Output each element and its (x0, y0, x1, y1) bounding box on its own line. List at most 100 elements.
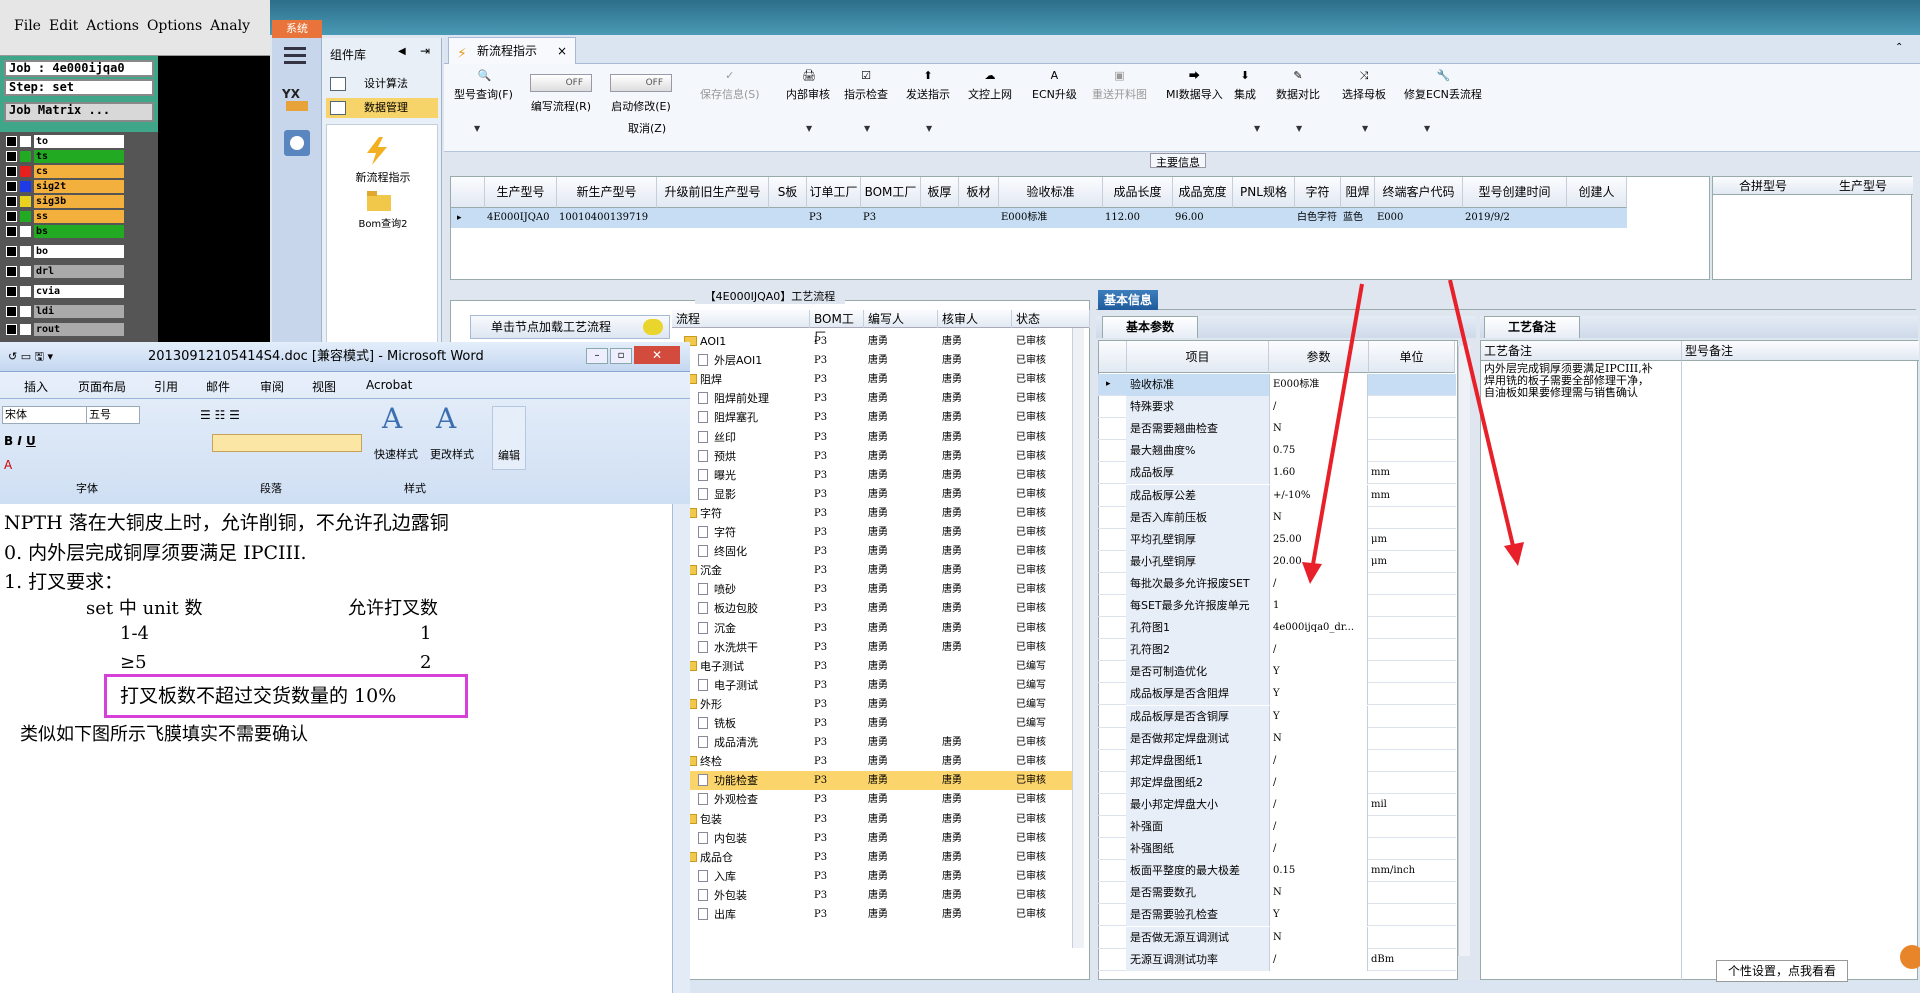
job-matrix-button[interactable]: Job Matrix ... (4, 102, 154, 122)
toolbar-button-6[interactable]: ⬆ 发送指示 (906, 70, 950, 102)
tree-row[interactable]: 阻焊 P3 唐勇 唐勇 已审核 (672, 370, 1080, 389)
word-tab[interactable]: 页面布局 (78, 378, 126, 395)
layer-row[interactable]: cs (6, 165, 124, 178)
param-row[interactable]: 成品板厚是否含阻焊 Y (1098, 683, 1456, 706)
param-row[interactable]: 板面平整度的最大极差 0.15 mm/inch (1098, 860, 1456, 883)
toolbar-button-8[interactable]: A ECN升级 (1032, 70, 1077, 102)
tree-row[interactable]: 字符 P3 唐勇 唐勇 已审核 (672, 523, 1080, 542)
toolbar-button-14[interactable]: 🔧 修复ECN丢流程 (1404, 70, 1482, 102)
dropdown-arrow-icon[interactable]: ▼ (806, 124, 812, 133)
grid-col-header[interactable]: PNL规格 (1233, 177, 1295, 208)
param-row[interactable]: 是否做邦定焊盘测试 N (1098, 727, 1456, 750)
layer-row[interactable]: drl (6, 265, 124, 278)
table-cell[interactable] (921, 208, 959, 228)
layer-row[interactable]: ldi (6, 305, 124, 318)
tree-row[interactable]: 外观检查 P3 唐勇 唐勇 已审核 (672, 790, 1080, 809)
list-buttons[interactable]: ☰ ☷ ☰ (200, 408, 240, 422)
param-row[interactable]: 是否可制造优化 Y (1098, 661, 1456, 684)
tree-row[interactable]: 沉金 P3 唐勇 唐勇 已审核 (672, 561, 1080, 580)
table-cell[interactable]: P3 (807, 208, 861, 228)
yx-module-icon[interactable]: YX (282, 84, 312, 114)
param-row[interactable]: 补强面 / (1098, 816, 1456, 838)
toolbar-button-7[interactable]: ☁ 文控上网 (968, 70, 1012, 102)
dropdown-arrow-icon[interactable]: ▼ (1296, 124, 1302, 133)
param-value[interactable]: N (1270, 727, 1368, 750)
maximize-icon[interactable]: ▫ (610, 348, 632, 364)
tree-row[interactable]: 出库 P3 唐勇 唐勇 已审核 (672, 905, 1080, 924)
param-row[interactable]: 是否做无源互调测试 N (1098, 926, 1456, 949)
grid-col-header[interactable]: 阻焊 (1341, 177, 1375, 208)
param-row[interactable]: 补强图纸 / (1098, 838, 1456, 861)
param-value[interactable]: Y (1270, 661, 1368, 684)
param-value[interactable]: Y (1270, 705, 1368, 728)
collapse-arrow-icon[interactable]: ◀ (398, 46, 406, 57)
font-size-select[interactable]: 五号 (86, 406, 140, 424)
quick-access-icons[interactable]: ↺ ▭ 🖫 ▾ (8, 342, 53, 372)
genesis-canvas[interactable] (158, 56, 270, 346)
param-col-header[interactable]: 项目 (1127, 341, 1269, 373)
tree-col-header[interactable]: 核审人 (938, 310, 1012, 328)
layer-row[interactable]: sig3b (6, 195, 124, 208)
layer-name[interactable]: ldi (34, 305, 124, 318)
word-tab[interactable]: 插入 (24, 378, 48, 395)
folder-icon[interactable] (367, 191, 391, 211)
layer-row[interactable]: bs (6, 225, 124, 238)
new-process-tool[interactable]: 新流程指示 (327, 169, 439, 185)
layer-row[interactable]: ss (6, 210, 124, 223)
layer-checkbox[interactable] (6, 181, 17, 192)
layer-name[interactable]: bo (34, 245, 124, 258)
word-tab[interactable]: 邮件 (206, 378, 230, 395)
dropdown-arrow-icon[interactable]: ▼ (1254, 124, 1260, 133)
toolbar-button-9[interactable]: ▣ 重送开料图 (1092, 70, 1147, 102)
layer-checkbox[interactable] (6, 226, 17, 237)
font-color-button[interactable]: A (4, 458, 12, 472)
personalize-tooltip[interactable]: 个性设置，点我看看 (1716, 960, 1848, 982)
grid-col-header[interactable]: 成品长度 (1103, 177, 1173, 208)
bom-query-tool[interactable]: Bom查询2 (327, 215, 439, 230)
layer-row[interactable]: ts (6, 150, 124, 163)
hamburger-icon[interactable] (284, 44, 310, 66)
layer-checkbox[interactable] (6, 286, 17, 297)
toolbar-button-12[interactable]: ✎ 数据对比 (1276, 70, 1320, 102)
pin-icon[interactable]: ⇥ (420, 44, 430, 58)
load-process-button[interactable]: 单击节点加载工艺流程 (470, 315, 670, 339)
table-cell[interactable]: 白色字符 (1295, 208, 1341, 228)
param-value[interactable]: / (1270, 838, 1368, 861)
tree-row[interactable]: 包装 P3 唐勇 唐勇 已审核 (672, 810, 1080, 829)
sidebar-item-design-algorithm[interactable]: 设计算法 (326, 74, 438, 94)
bold-button[interactable]: B I U (4, 434, 36, 448)
param-value[interactable]: / (1270, 771, 1368, 794)
grid-col-header[interactable]: 生产型号 (1813, 177, 1913, 195)
tree-col-header[interactable]: 编写人 (864, 310, 938, 328)
style-gallery[interactable]: A A 快速样式 更改样式 (372, 402, 490, 474)
param-value[interactable]: 0.15 (1270, 860, 1368, 883)
table-cell[interactable] (1567, 208, 1627, 228)
menu-options[interactable]: Options (147, 18, 202, 34)
grid-col-header[interactable]: 成品宽度 (1173, 177, 1233, 208)
tree-row[interactable]: 沉金 P3 唐勇 唐勇 已审核 (672, 619, 1080, 638)
close-icon[interactable]: × (557, 38, 567, 64)
menu-actions[interactable]: Actions (86, 18, 139, 34)
word-tab[interactable]: 审阅 (260, 378, 284, 395)
word-tab[interactable]: Acrobat (366, 378, 412, 392)
tree-row[interactable]: 外包装 P3 唐勇 唐勇 已审核 (672, 886, 1080, 905)
menu-file[interactable]: File (14, 18, 41, 34)
tree-row[interactable]: 入库 P3 唐勇 唐勇 已审核 (672, 867, 1080, 886)
layer-name[interactable]: bs (34, 225, 124, 238)
table-cell[interactable]: 10010400139719 (557, 208, 657, 228)
dropdown-arrow-icon[interactable]: ▼ (474, 124, 480, 133)
tree-row[interactable]: 丝印 P3 唐勇 唐勇 已审核 (672, 428, 1080, 447)
menu-edit[interactable]: Edit (49, 18, 78, 34)
tree-row[interactable]: 铣板 P3 唐勇 已编写 (672, 714, 1080, 733)
layer-name[interactable]: drl (34, 265, 124, 278)
sidebar-item-data-management[interactable]: 数据管理 (326, 98, 438, 118)
word-tab[interactable]: 视图 (312, 378, 336, 395)
align-buttons[interactable] (212, 434, 362, 452)
layer-name[interactable]: cs (34, 165, 124, 178)
param-value[interactable]: / (1270, 948, 1368, 971)
param-value[interactable]: / (1270, 816, 1368, 838)
toolbar-button-0[interactable]: 🔍 型号查询(F) (454, 70, 513, 102)
table-cell[interactable]: P3 (861, 208, 921, 228)
tree-row[interactable]: 阻焊前处理 P3 唐勇 唐勇 已审核 (672, 389, 1080, 408)
param-row[interactable]: 无源互调测试功率 / dBm (1098, 948, 1456, 971)
